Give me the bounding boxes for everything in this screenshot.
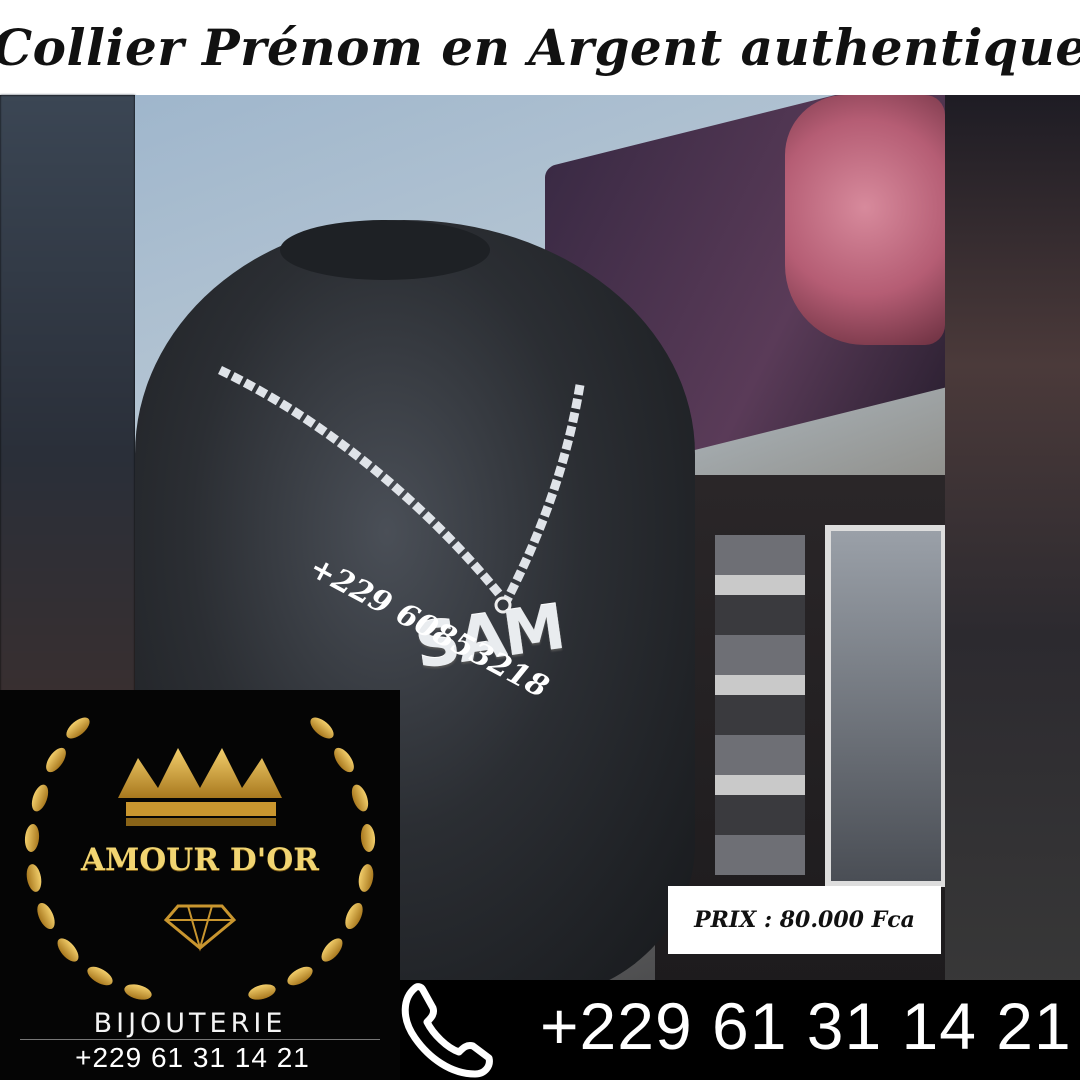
brand-subtitle: BIJOUTERIE — [93, 1008, 287, 1039]
price-label: PRIX : 80.000 Fca — [694, 907, 915, 933]
blurred-background-right — [945, 95, 1080, 995]
crown-icon — [118, 748, 282, 798]
header-bar: Collier Prénom en Argent authentique — [0, 0, 1080, 95]
page-title: Collier Prénom en Argent authentique — [0, 18, 1080, 77]
divider — [20, 1039, 380, 1040]
diamond-icon — [163, 904, 237, 950]
contact-phone[interactable]: +229 61 31 14 21 — [540, 988, 1072, 1064]
phone-icon — [401, 983, 493, 1078]
logo-phone: +229 61 31 14 21 — [75, 1042, 310, 1073]
price-tag: PRIX : 80.000 Fca — [668, 886, 941, 954]
brand-name: AMOUR D'OR — [80, 842, 320, 878]
brand-logo: AMOUR D'OR BIJOUTERIE +229 61 31 14 21 — [0, 690, 400, 1080]
